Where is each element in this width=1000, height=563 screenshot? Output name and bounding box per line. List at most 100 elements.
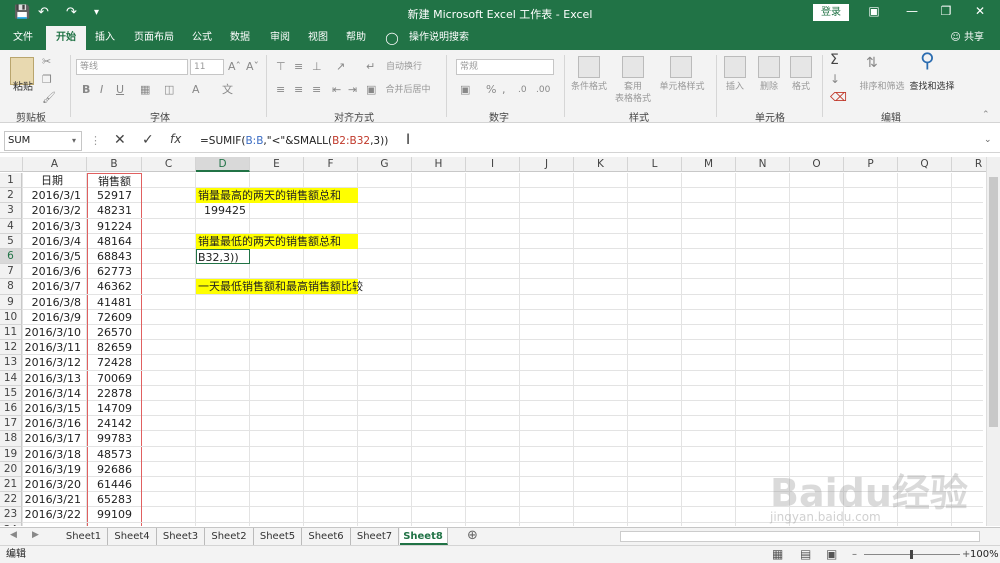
table-format-label-1[interactable]: 套用: [612, 81, 654, 93]
date-cell[interactable]: 2016/3/2: [23, 203, 87, 218]
expand-formula-icon[interactable]: ⌄: [984, 135, 992, 145]
sheet-tab-sheet8[interactable]: Sheet8: [399, 528, 448, 545]
sales-cell[interactable]: 52917: [87, 188, 142, 204]
ribbon-display-icon[interactable]: ▣: [864, 4, 884, 18]
row-header-18[interactable]: 18: [0, 431, 22, 447]
row-header-12[interactable]: 12: [0, 340, 22, 356]
sheet-tab-sheet7[interactable]: Sheet7: [351, 528, 399, 545]
sort-filter-icon[interactable]: ⇅: [866, 56, 878, 70]
column-header-c[interactable]: C: [142, 157, 196, 172]
collapse-ribbon-icon[interactable]: ⌃: [982, 108, 990, 122]
row-header-21[interactable]: 21: [0, 477, 22, 493]
autosum-icon[interactable]: Σ: [830, 53, 839, 67]
row-header-8[interactable]: 8: [0, 279, 22, 295]
minimize-icon[interactable]: —: [902, 4, 922, 18]
date-cell[interactable]: 2016/3/18: [23, 447, 87, 462]
sales-cell[interactable]: 82659: [87, 340, 142, 356]
underline-icon[interactable]: U: [116, 83, 124, 97]
cell-style-icon[interactable]: [670, 56, 692, 78]
sales-cell[interactable]: 68843: [87, 249, 142, 264]
sales-cell[interactable]: 24142: [87, 416, 142, 432]
name-box-dropdown-icon[interactable]: ▾: [72, 136, 76, 145]
tab-insert[interactable]: 插入: [88, 26, 122, 50]
column-header-o[interactable]: O: [790, 157, 844, 172]
date-cell[interactable]: 2016/3/9: [23, 310, 87, 325]
sheet-tab-sheet1[interactable]: Sheet1: [60, 528, 108, 545]
restore-icon[interactable]: ❐: [936, 4, 956, 18]
tab-help[interactable]: 帮助: [340, 26, 372, 50]
row-header-23[interactable]: 23: [0, 507, 22, 523]
add-sheet-icon[interactable]: ⊕: [467, 528, 478, 543]
zoom-level[interactable]: 100%: [970, 546, 999, 563]
share-button[interactable]: ☺ 共享: [950, 26, 984, 50]
tab-formulas[interactable]: 公式: [186, 26, 218, 50]
insert-function-icon[interactable]: fx: [170, 132, 181, 146]
conditional-format-icon[interactable]: [578, 56, 600, 78]
orientation-icon[interactable]: ↗: [336, 60, 345, 74]
tab-home[interactable]: 开始: [46, 26, 86, 50]
format-painter-icon[interactable]: 🖌: [42, 91, 56, 105]
wrap-text-icon[interactable]: ↵: [366, 60, 375, 74]
column-header-q[interactable]: Q: [898, 157, 952, 172]
header-date[interactable]: 日期: [23, 173, 87, 188]
date-cell[interactable]: 2016/3/21: [23, 492, 87, 507]
date-cell[interactable]: 2016/3/16: [23, 416, 87, 431]
grow-font-icon[interactable]: Aˆ: [228, 60, 241, 74]
font-size-box[interactable]: 11: [190, 59, 224, 75]
page-break-view-icon[interactable]: ▣: [826, 546, 837, 563]
table-format-label-2[interactable]: 表格格式: [606, 93, 660, 105]
date-cell[interactable]: 2016/3/5: [23, 249, 87, 264]
wrap-text-label[interactable]: 自动换行: [380, 61, 428, 73]
row-header-4[interactable]: 4: [0, 218, 22, 234]
fill-icon[interactable]: ↓: [830, 72, 840, 86]
row-header-5[interactable]: 5: [0, 233, 22, 249]
sales-cell[interactable]: 48164: [87, 233, 142, 249]
conditional-format-label[interactable]: 条件格式: [566, 81, 612, 93]
page-layout-view-icon[interactable]: ▤: [800, 546, 811, 563]
note-min-max-compare[interactable]: 一天最低销售额和最高销售额比较: [196, 279, 363, 295]
sales-cell[interactable]: 46362: [87, 279, 142, 295]
date-cell[interactable]: 2016/3/13: [23, 371, 87, 386]
find-select-label[interactable]: 查找和选择: [904, 81, 960, 93]
delete-cells-label[interactable]: 删除: [754, 81, 784, 93]
scroll-thumb[interactable]: [989, 177, 998, 427]
date-cell[interactable]: 2016/3/10: [23, 325, 87, 340]
row-header-19[interactable]: 19: [0, 446, 22, 462]
row-header-16[interactable]: 16: [0, 401, 22, 417]
formula-input[interactable]: =SUMIF(B:B,"<"&SMALL(B2:B32,3)): [200, 133, 388, 149]
align-middle-icon[interactable]: ≡: [294, 60, 303, 74]
find-select-icon[interactable]: ⚲: [920, 50, 935, 70]
copy-icon[interactable]: ❐: [42, 73, 52, 87]
row-header-7[interactable]: 7: [0, 264, 22, 280]
date-cell[interactable]: 2016/3/1: [23, 188, 87, 203]
column-header-l[interactable]: L: [628, 157, 682, 172]
delete-cells-icon[interactable]: [758, 56, 780, 78]
sales-cell[interactable]: 41481: [87, 294, 142, 310]
row-header-15[interactable]: 15: [0, 385, 22, 401]
sales-cell[interactable]: 26570: [87, 325, 142, 340]
comma-icon[interactable]: ,: [502, 83, 506, 97]
border-icon[interactable]: ▦: [140, 83, 150, 97]
column-header-h[interactable]: H: [412, 157, 466, 172]
note-max-two-days[interactable]: 销量最高的两天的销售额总和: [196, 188, 358, 204]
align-center-icon[interactable]: ≡: [294, 83, 303, 97]
paste-icon[interactable]: [10, 57, 34, 85]
column-header-b[interactable]: B: [87, 157, 142, 172]
row-header-1[interactable]: 1: [0, 173, 22, 189]
sales-cell[interactable]: 22878: [87, 385, 142, 401]
sales-cell[interactable]: 99109: [87, 507, 142, 523]
sales-cell[interactable]: 72609: [87, 309, 142, 325]
table-format-icon[interactable]: [622, 56, 644, 78]
date-cell[interactable]: 2016/3/7: [23, 279, 87, 294]
row-header-11[interactable]: 11: [0, 325, 22, 341]
cut-icon[interactable]: ✂: [42, 55, 51, 69]
date-cell[interactable]: 2016/3/11: [23, 340, 87, 355]
column-header-d[interactable]: D: [196, 157, 250, 172]
login-button[interactable]: 登录: [813, 4, 849, 21]
merge-center-label[interactable]: 合并后居中: [380, 84, 436, 96]
result-max-two-days[interactable]: 199425: [196, 203, 246, 218]
align-right-icon[interactable]: ≡: [312, 83, 321, 97]
next-sheet-icon[interactable]: ▶: [32, 530, 39, 540]
decrease-indent-icon[interactable]: ⇤: [332, 83, 341, 97]
vertical-scrollbar[interactable]: [986, 157, 1000, 526]
